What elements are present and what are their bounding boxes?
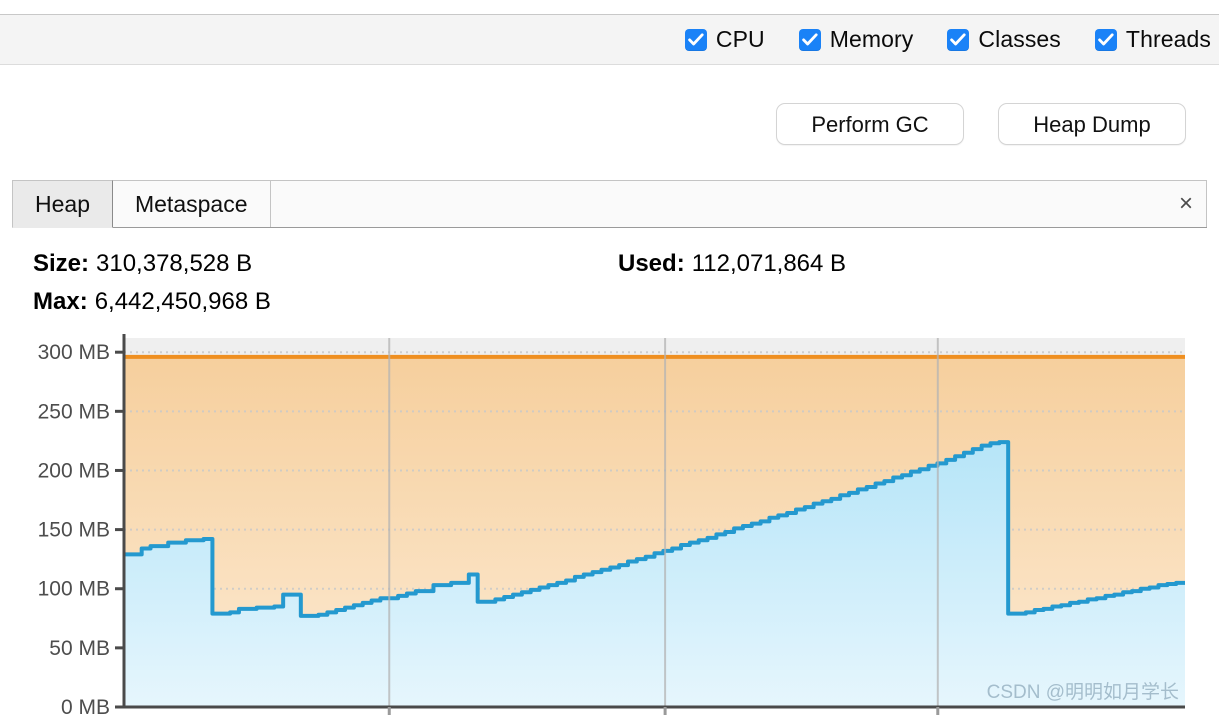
heap-usage-chart-svg: 300 MB 250 MB 200 MB 150 MB 100 MB 50 MB 0 MB C… <box>0 334 1219 717</box>
stat-used-key: Used: <box>618 250 685 278</box>
svg-text:300 MB: 300 MB <box>38 341 110 364</box>
action-button-row: Perform GC Heap Dump <box>0 96 1219 152</box>
checkbox-memory-label: Memory <box>830 26 914 53</box>
stat-max: Max: 6,442,450,968 B <box>33 288 618 316</box>
heap-dump-button[interactable]: Heap Dump <box>998 103 1186 145</box>
metrics-checkbox-group: CPU Memory Classes <box>685 26 1219 53</box>
svg-text:0 MB: 0 MB <box>61 696 110 717</box>
svg-text:250 MB: 250 MB <box>38 400 110 423</box>
tab-heap[interactable]: Heap <box>12 180 113 228</box>
check-icon <box>685 29 707 51</box>
stat-max-key: Max: <box>33 288 88 316</box>
checkbox-cpu-label: CPU <box>716 26 765 53</box>
checkbox-threads[interactable]: Threads <box>1095 26 1211 53</box>
check-icon <box>1095 29 1117 51</box>
close-icon[interactable]: × <box>1179 192 1193 216</box>
stat-max-value: 6,442,450,968 B <box>95 288 271 316</box>
perform-gc-button[interactable]: Perform GC <box>776 103 964 145</box>
stat-size-value: 310,378,528 B <box>96 250 252 278</box>
memory-pool-tabstrip: Heap Metaspace × <box>12 180 1207 228</box>
svg-text:CSDN @明明如月学长: CSDN @明明如月学长 <box>987 681 1179 703</box>
check-icon <box>799 29 821 51</box>
metrics-toolbar: CPU Memory Classes <box>0 14 1219 65</box>
tab-metaspace-label: Metaspace <box>135 191 248 218</box>
checkbox-memory[interactable]: Memory <box>799 26 914 53</box>
stat-size-key: Size: <box>33 250 89 278</box>
stat-size: Size: 310,378,528 B <box>33 250 618 278</box>
heap-usage-chart[interactable]: 300 MB 250 MB 200 MB 150 MB 100 MB 50 MB 0 MB C… <box>0 334 1219 717</box>
stats-row-2: Max: 6,442,450,968 B <box>33 288 1133 326</box>
checkbox-classes[interactable]: Classes <box>947 26 1061 53</box>
checkbox-classes-label: Classes <box>978 26 1061 53</box>
checkbox-cpu[interactable]: CPU <box>685 26 765 53</box>
memory-monitor-panel: CPU Memory Classes <box>0 0 1219 717</box>
check-icon <box>947 29 969 51</box>
svg-text:150 MB: 150 MB <box>38 519 110 542</box>
svg-text:200 MB: 200 MB <box>38 459 110 482</box>
tab-metaspace[interactable]: Metaspace <box>113 180 271 227</box>
tabstrip-filler: × <box>271 180 1208 227</box>
checkbox-threads-label: Threads <box>1126 26 1211 53</box>
heap-stats: Size: 310,378,528 B Used: 112,071,864 B … <box>33 250 1133 326</box>
stats-row-1: Size: 310,378,528 B Used: 112,071,864 B <box>33 250 1133 288</box>
svg-text:100 MB: 100 MB <box>38 578 110 601</box>
tab-heap-label: Heap <box>35 191 90 218</box>
stat-used-value: 112,071,864 B <box>692 250 846 278</box>
stat-used: Used: 112,071,864 B <box>618 250 846 278</box>
svg-text:50 MB: 50 MB <box>49 637 110 660</box>
